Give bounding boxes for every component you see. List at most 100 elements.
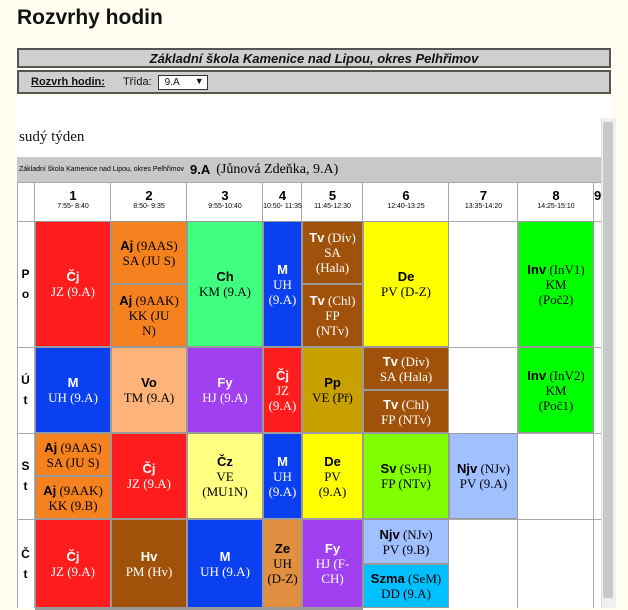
lesson-cell[interactable]: Čj JZ (9.A) — [35, 519, 111, 608]
lesson-cell[interactable]: Njv (NJv) PV (9.B) — [363, 519, 449, 564]
lesson-cell[interactable]: Tv (Chl) FP (NTv) — [302, 284, 363, 347]
lesson-subject: Aj — [120, 237, 134, 253]
lesson-cell[interactable]: Szma (SeM) DD (9.A) — [363, 564, 449, 608]
lesson-subject: Fy — [324, 541, 341, 556]
schedule-link[interactable]: Rozvrh hodin: — [31, 76, 105, 88]
lesson-detail: (9.A) — [318, 483, 347, 499]
lesson-subject: Aj — [43, 482, 57, 498]
lesson-cell[interactable]: Fy HJ (9.A) — [187, 347, 263, 433]
lesson-group: (InV1) — [546, 261, 585, 277]
lesson-subject-line: Tv (Dív) — [383, 354, 430, 369]
period-header: 3 9:55-10:40 — [187, 189, 263, 211]
lesson-detail: PV (9.A) — [459, 476, 508, 491]
lesson-cell[interactable]: Aj (9AAK) KK (9.B) — [35, 476, 111, 519]
lesson-detail: CH) — [321, 571, 344, 586]
lesson-cell[interactable]: Aj (9AAS) SA (JU S) — [111, 221, 187, 284]
lesson-detail: JZ — [276, 382, 289, 398]
lesson-cell[interactable]: Čj JZ (9.A) — [263, 347, 302, 433]
lesson-detail: KM (9.A) — [199, 284, 251, 299]
lesson-cell[interactable]: M UH (9.A) — [35, 347, 111, 433]
timetable-header: Základní škola Kamenice nad Lipou, okres… — [17, 157, 601, 182]
day-letter: Ú — [21, 373, 30, 387]
period-time: 12:40-13:25 — [387, 203, 425, 210]
lesson-subject: Njv — [456, 461, 478, 476]
lesson-subject-line: Njv (NJv) — [379, 527, 432, 542]
lesson-detail: FP (NTv) — [381, 411, 431, 427]
lesson-subject-line: Sv (SvH) — [381, 461, 432, 476]
lesson-cell[interactable]: Vo TM (9.A) — [111, 347, 187, 433]
lesson-subject: Tv — [383, 396, 399, 412]
lesson-group: (Chl) — [324, 293, 356, 308]
lesson-cell[interactable]: Njv (NJv) PV (9.A) — [449, 433, 518, 519]
timetable-class: 9.A — [189, 162, 211, 177]
lesson-cell[interactable]: M UH (9.A) — [263, 221, 302, 347]
lesson-subject-line: Tv (Chl) — [310, 293, 356, 308]
period-header: 6 12:40-13:25 — [363, 189, 449, 211]
lesson-cell[interactable]: Fy HJ (F- CH) — [302, 519, 363, 608]
lesson-cell[interactable]: De PV (D-Z) — [363, 221, 449, 347]
lesson-cell[interactable]: Ch KM (9.A) — [187, 221, 263, 347]
lesson-detail: KK (JU — [128, 308, 170, 323]
lesson-cell[interactable]: Čj JZ (9.A) — [35, 221, 111, 347]
lesson-subject-line: M — [220, 549, 231, 564]
period-time: 9:55-10:40 — [208, 203, 242, 210]
lesson-subject: De — [397, 269, 415, 284]
lesson-detail: (9.A) — [268, 483, 297, 499]
scrollbar-thumb[interactable] — [603, 122, 613, 598]
lesson-cell[interactable]: Tv (Dív) SA (Hala) — [302, 221, 363, 284]
lesson-cell[interactable]: Sv (SvH) FP (NTv) — [363, 433, 449, 519]
lesson-detail: HJ (9.A) — [202, 390, 248, 405]
lesson-subject-line: Fy — [325, 541, 340, 556]
lesson-subject: Čj — [66, 269, 80, 284]
lesson-group: (9AAS) — [133, 237, 178, 253]
lesson-detail: VE — [216, 468, 234, 484]
period-number: 8 — [552, 188, 560, 203]
lesson-cell[interactable]: Čj JZ (9.A) — [111, 433, 187, 519]
lesson-detail: SA (JU S) — [46, 454, 100, 470]
lesson-cell[interactable]: Aj (9AAS) SA (JU S) — [35, 433, 111, 476]
lesson-subject: Pp — [324, 375, 341, 390]
lesson-subject-line: Ze — [275, 541, 290, 556]
lesson-cell[interactable]: M UH (9.A) — [263, 433, 302, 519]
lesson-cell[interactable]: Inv (InV1) KM (Poč2) — [518, 221, 594, 347]
lesson-detail: VE (Př) — [312, 390, 353, 405]
lesson-detail: JZ (9.A) — [50, 563, 96, 579]
class-select[interactable]: 9.A ▼ — [157, 74, 208, 90]
lesson-cell[interactable]: Ze UH (D-Z) — [263, 519, 302, 608]
lesson-subject-line: M — [277, 262, 288, 277]
timetable-school: Základní škola Kamenice nad Lipou, okres… — [19, 166, 184, 173]
lesson-cell[interactable]: Aj (9AAK) KK (JU N) — [111, 284, 187, 347]
period-number: 1 — [69, 188, 77, 203]
lesson-detail: (D-Z) — [267, 571, 298, 586]
lesson-group: (SvH) — [396, 461, 432, 476]
lesson-group: (NJv) — [399, 526, 433, 542]
lesson-cell[interactable]: Tv (Dív) SA (Hala) — [363, 347, 449, 390]
lesson-detail: JZ (9.A) — [50, 284, 96, 299]
lesson-subject: Aj — [44, 439, 58, 455]
period-header: 1 7:55- 8:40 — [35, 189, 111, 211]
lesson-subject: Tv — [309, 230, 325, 245]
period-number: 3 — [221, 188, 229, 203]
period-header: 2 8:50- 9:35 — [111, 189, 187, 211]
toolbar: Rozvrh hodin: Třída: 9.A ▼ — [17, 70, 611, 94]
lesson-subject: Čj — [66, 548, 80, 564]
day-label: Čt — [17, 519, 34, 608]
lesson-subject-line: Inv (InV2) — [527, 368, 584, 383]
lesson-cell[interactable]: Hv PM (Hv) — [111, 519, 187, 608]
lesson-cell[interactable]: Čz VE (MU1N) — [187, 433, 263, 519]
day-letter: S — [21, 459, 30, 473]
page-title: Rozvrhy hodin — [17, 6, 163, 29]
lesson-cell[interactable]: Pp VE (Př) — [302, 347, 363, 433]
lesson-detail: TM (9.A) — [123, 390, 175, 405]
lesson-group: (SeM) — [404, 571, 442, 586]
lesson-detail: PV (D-Z) — [381, 284, 431, 299]
lesson-cell[interactable]: De PV (9.A) — [302, 433, 363, 519]
lesson-subject-line: Čj — [67, 269, 80, 284]
lesson-subject-line: Inv (InV1) — [527, 262, 584, 277]
lesson-group: (9AAK) — [132, 293, 179, 308]
lesson-cell[interactable]: Tv (Chl) FP (NTv) — [363, 390, 449, 433]
lesson-cell[interactable]: Inv (InV2) KM (Poč1) — [518, 347, 594, 433]
lesson-cell[interactable]: M UH (9.A) — [187, 519, 263, 608]
lesson-detail: KK (9.B) — [48, 497, 98, 513]
period-header: 4 10:50- 11:35 — [263, 189, 302, 211]
